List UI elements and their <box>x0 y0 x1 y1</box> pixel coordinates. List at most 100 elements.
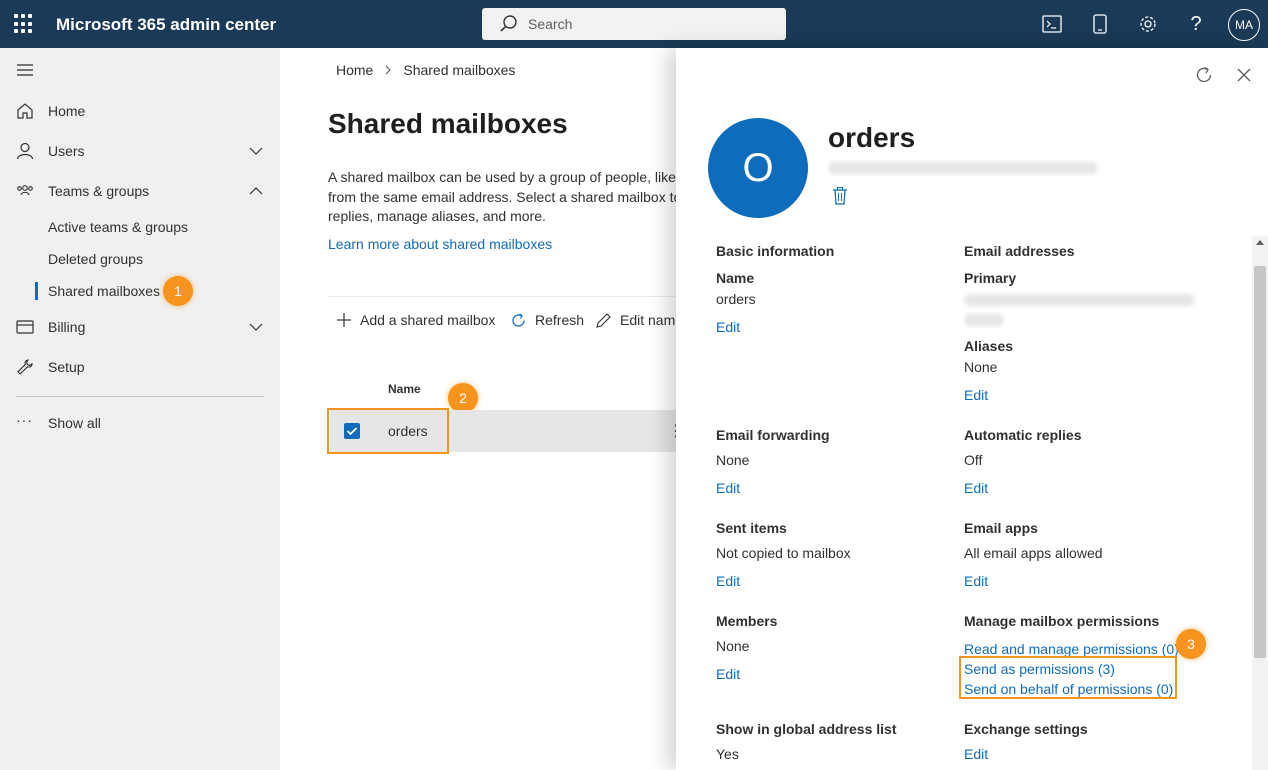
breadcrumb-current: Shared mailboxes <box>403 62 516 78</box>
callout-badge-3: 3 <box>1176 629 1206 659</box>
scroll-up-arrow[interactable] <box>1256 240 1264 245</box>
sidebar-item-label: Show all <box>48 415 101 431</box>
add-shared-mailbox-button[interactable]: Add a shared mailbox <box>336 310 495 330</box>
redacted-email <box>828 162 1098 174</box>
sent-items-value: Not copied to mailbox <box>716 545 851 561</box>
email-forwarding-heading: Email forwarding <box>716 427 830 443</box>
callout-highlight-row <box>327 408 449 454</box>
wrench-icon <box>17 359 33 375</box>
name-value: orders <box>716 291 756 307</box>
redacted-primary-email <box>964 294 1194 306</box>
gal-value: Yes <box>716 746 739 762</box>
sidebar-item-billing[interactable]: Billing <box>0 307 280 347</box>
breadcrumb-home[interactable]: Home <box>336 62 373 78</box>
exchange-settings-heading: Exchange settings <box>964 721 1088 737</box>
chevron-right-icon <box>385 65 392 75</box>
refresh-panel-icon[interactable] <box>1193 64 1215 86</box>
callout-badge-1: 1 <box>163 276 193 306</box>
edit-members-link[interactable]: Edit <box>716 666 740 682</box>
sidebar-item-label: Setup <box>48 359 85 375</box>
close-icon[interactable] <box>1233 64 1255 86</box>
mailbox-avatar: O <box>708 118 808 218</box>
primary-label: Primary <box>964 270 1017 286</box>
email-addresses-heading: Email addresses <box>964 243 1075 259</box>
members-value: None <box>716 638 750 654</box>
edit-exchange-settings-link[interactable]: Edit <box>964 746 988 762</box>
read-manage-permissions-link[interactable]: Read and manage permissions (0) <box>964 641 1179 657</box>
refresh-label: Refresh <box>535 312 585 328</box>
edit-email-apps-link[interactable]: Edit <box>964 573 988 589</box>
active-indicator <box>35 282 38 300</box>
chevron-down-icon <box>249 323 263 331</box>
gear-icon[interactable] <box>1136 12 1160 36</box>
terminal-icon[interactable] <box>1040 12 1064 36</box>
callout-highlight-permissions <box>959 656 1177 699</box>
edit-email-forwarding-link[interactable]: Edit <box>716 480 740 496</box>
email-apps-heading: Email apps <box>964 520 1038 536</box>
sidebar-item-home[interactable]: Home <box>0 91 280 131</box>
edit-sent-items-link[interactable]: Edit <box>716 573 740 589</box>
app-launcher-icon[interactable] <box>14 14 34 34</box>
page-title: Shared mailboxes <box>328 108 568 139</box>
sidebar-item-users[interactable]: Users <box>0 131 280 171</box>
person-icon <box>16 142 34 160</box>
sidebar-item-setup[interactable]: Setup <box>0 347 280 387</box>
top-bar: Microsoft 365 admin center Search ? MA <box>0 0 1268 48</box>
credit-card-icon <box>16 320 34 334</box>
page-description: A shared mailbox can be used by a group … <box>328 169 681 224</box>
sidebar: Home Users Teams & groups Active teams &… <box>0 48 280 770</box>
search-icon <box>500 15 517 32</box>
refresh-icon <box>512 313 525 327</box>
add-label: Add a shared mailbox <box>360 312 496 328</box>
sidebar-subitem-deleted-groups[interactable]: Deleted groups <box>48 251 143 267</box>
name-label: Name <box>716 270 755 286</box>
pencil-icon <box>596 312 611 328</box>
search-placeholder: Search <box>528 16 573 32</box>
app-title[interactable]: Microsoft 365 admin center <box>56 15 276 35</box>
edit-automatic-replies-link[interactable]: Edit <box>964 480 988 496</box>
callout-badge-2: 2 <box>448 383 478 413</box>
search-box[interactable]: Search <box>482 8 786 40</box>
help-icon[interactable]: ? <box>1184 12 1208 36</box>
sidebar-subitem-active-teams[interactable]: Active teams & groups <box>48 219 188 235</box>
toolbar-divider <box>328 296 688 297</box>
edit-name-button[interactable]: Edit name <box>595 310 683 330</box>
refresh-button[interactable]: Refresh <box>510 310 584 330</box>
permissions-heading: Manage mailbox permissions <box>964 613 1160 629</box>
sidebar-subitem-shared-mailboxes[interactable]: Shared mailboxes <box>48 283 160 299</box>
sent-items-heading: Sent items <box>716 520 787 536</box>
main-content: Home Shared mailboxes Shared mailboxes A… <box>280 48 690 770</box>
people-group-icon <box>17 185 33 196</box>
sidebar-item-label: Home <box>48 103 86 119</box>
learn-more-link[interactable]: Learn more about shared mailboxes <box>328 236 552 252</box>
column-header-name[interactable]: Name <box>388 382 421 396</box>
mobile-icon[interactable] <box>1088 12 1112 36</box>
chevron-down-icon <box>249 147 263 155</box>
aliases-value: None <box>964 359 998 375</box>
sidebar-item-label: Users <box>48 143 85 159</box>
mailbox-name: orders <box>828 122 916 153</box>
redacted-primary-email-2 <box>964 314 1004 326</box>
automatic-replies-heading: Automatic replies <box>964 427 1082 443</box>
email-apps-value: All email apps allowed <box>964 545 1103 561</box>
breadcrumb: Home Shared mailboxes <box>336 62 515 78</box>
sidebar-divider <box>16 396 264 397</box>
scrollbar-thumb[interactable] <box>1254 266 1266 658</box>
sidebar-item-teams-groups[interactable]: Teams & groups <box>0 171 280 211</box>
basic-info-heading: Basic information <box>716 243 835 259</box>
home-icon <box>17 103 33 119</box>
more-horizontal-icon: ··· <box>16 412 33 428</box>
delete-trash-icon[interactable] <box>832 187 848 205</box>
gal-heading: Show in global address list <box>716 721 897 737</box>
collapse-nav-button[interactable] <box>0 50 280 90</box>
sidebar-item-label: Teams & groups <box>48 183 150 199</box>
edit-basic-info-link[interactable]: Edit <box>716 319 740 335</box>
edit-email-addresses-link[interactable]: Edit <box>964 387 988 403</box>
sidebar-item-show-all[interactable]: ··· Show all <box>0 403 280 443</box>
aliases-label: Aliases <box>964 338 1014 354</box>
chevron-up-icon <box>249 187 263 195</box>
user-avatar[interactable]: MA <box>1228 9 1260 41</box>
hamburger-icon <box>17 64 33 76</box>
plus-icon <box>337 313 351 327</box>
details-panel: O orders Basic information Name orders E… <box>676 48 1268 770</box>
